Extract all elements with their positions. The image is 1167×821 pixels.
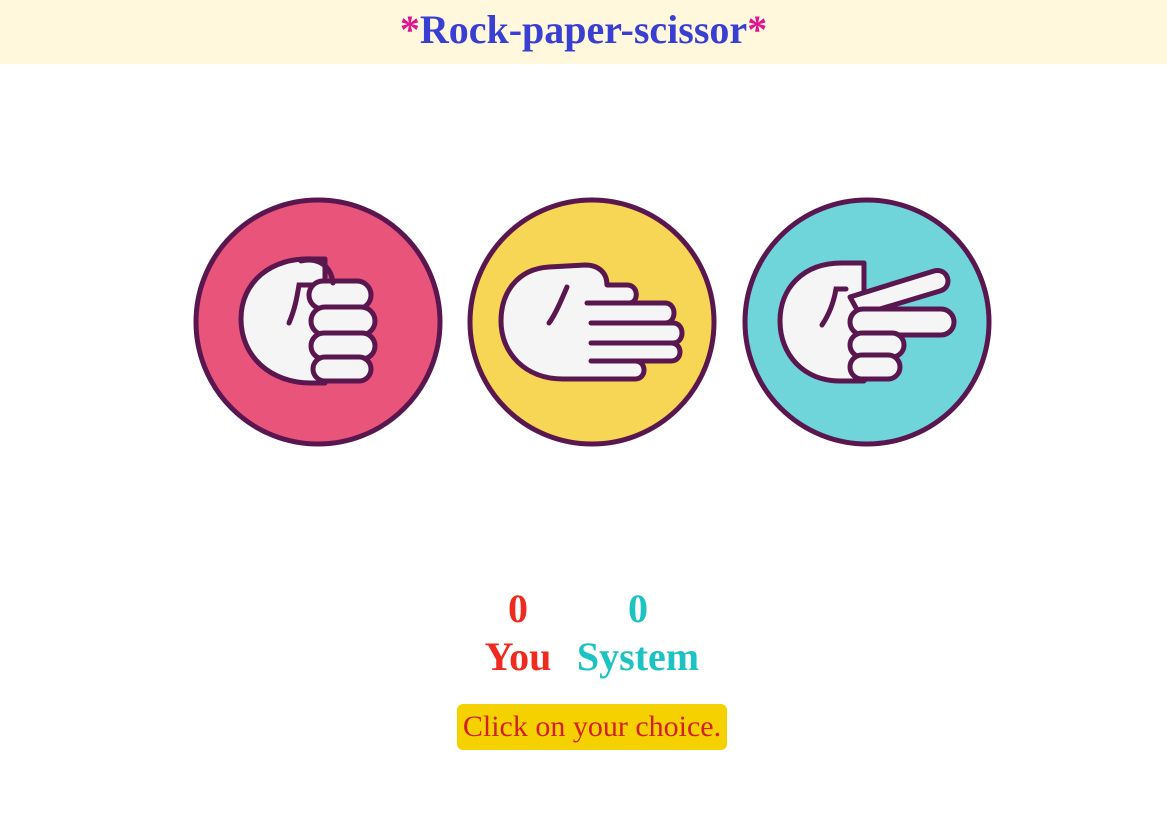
title-text: Rock-paper-scissor [419,7,748,52]
scissors-choice-button[interactable] [742,197,992,447]
system-score: 0 [628,586,648,631]
user-label: You [484,634,552,679]
status-message: Click on your choice. [457,704,727,750]
system-score-panel: 0 System [572,589,704,677]
two-finger-hand-icon [742,197,992,447]
flat-hand-icon [467,197,717,447]
rock-choice-button[interactable] [193,197,443,447]
user-score-panel: 0 You [478,589,558,677]
header-bar: *Rock-paper-scissor* [0,0,1167,64]
fist-icon [193,197,443,447]
system-label: System [576,634,700,679]
user-score: 0 [508,586,528,631]
title-star-left: * [399,7,420,52]
page-title: *Rock-paper-scissor* [400,10,767,50]
paper-choice-button[interactable] [467,197,717,447]
title-star-right: * [747,7,768,52]
